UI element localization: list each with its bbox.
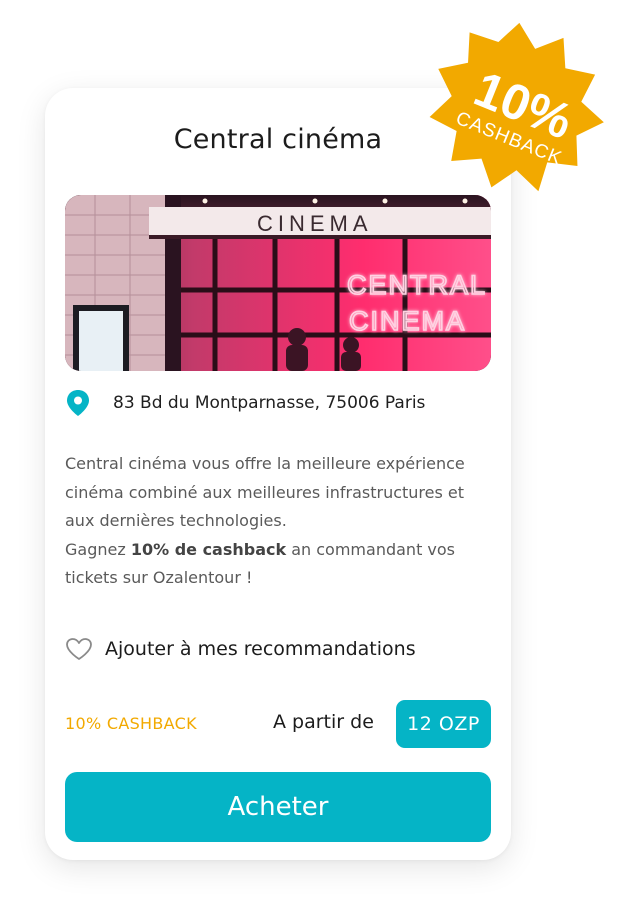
neon-text-line-1: CENTRAL — [347, 270, 487, 300]
description: Central cinéma vous offre la meilleure e… — [65, 450, 495, 593]
add-recommendation-button[interactable]: Ajouter à mes recommandations — [65, 634, 416, 664]
map-pin-icon — [67, 390, 89, 416]
description-line-1: Central cinéma vous offre la meilleure e… — [65, 454, 465, 530]
address-row: 83 Bd du Montparnasse, 75006 Paris — [65, 388, 425, 418]
buy-button[interactable]: Acheter — [65, 772, 491, 842]
price-badge: 12 OZP — [396, 700, 491, 748]
description-cashback-highlight: 10% de cashback — [130, 539, 287, 559]
price-from-label: A partir de — [273, 711, 374, 733]
cinema-sign-text: CINEMA — [257, 211, 373, 236]
neon-text-line-2: CINEMA — [349, 306, 466, 336]
cashback-burst-badge: 10% CASHBACK — [429, 22, 604, 192]
cinema-photo: CINEMA CENTRAL CINEMA — [65, 195, 491, 371]
heart-outline-icon[interactable] — [65, 637, 93, 661]
cinema-card: Central cinéma CINEMA CENTRAL CINEMA 83 … — [45, 88, 511, 860]
stage: Central cinéma CINEMA CENTRAL CINEMA 83 … — [0, 0, 625, 910]
cinema-photo-illustration: CINEMA CENTRAL CINEMA — [65, 195, 491, 371]
cashback-label: 10% CASHBACK — [65, 714, 197, 733]
address-text: 83 Bd du Montparnasse, 75006 Paris — [113, 393, 426, 413]
add-recommendation-label[interactable]: Ajouter à mes recommandations — [105, 638, 416, 660]
description-line-2-prefix: Gagnez — [65, 539, 131, 559]
